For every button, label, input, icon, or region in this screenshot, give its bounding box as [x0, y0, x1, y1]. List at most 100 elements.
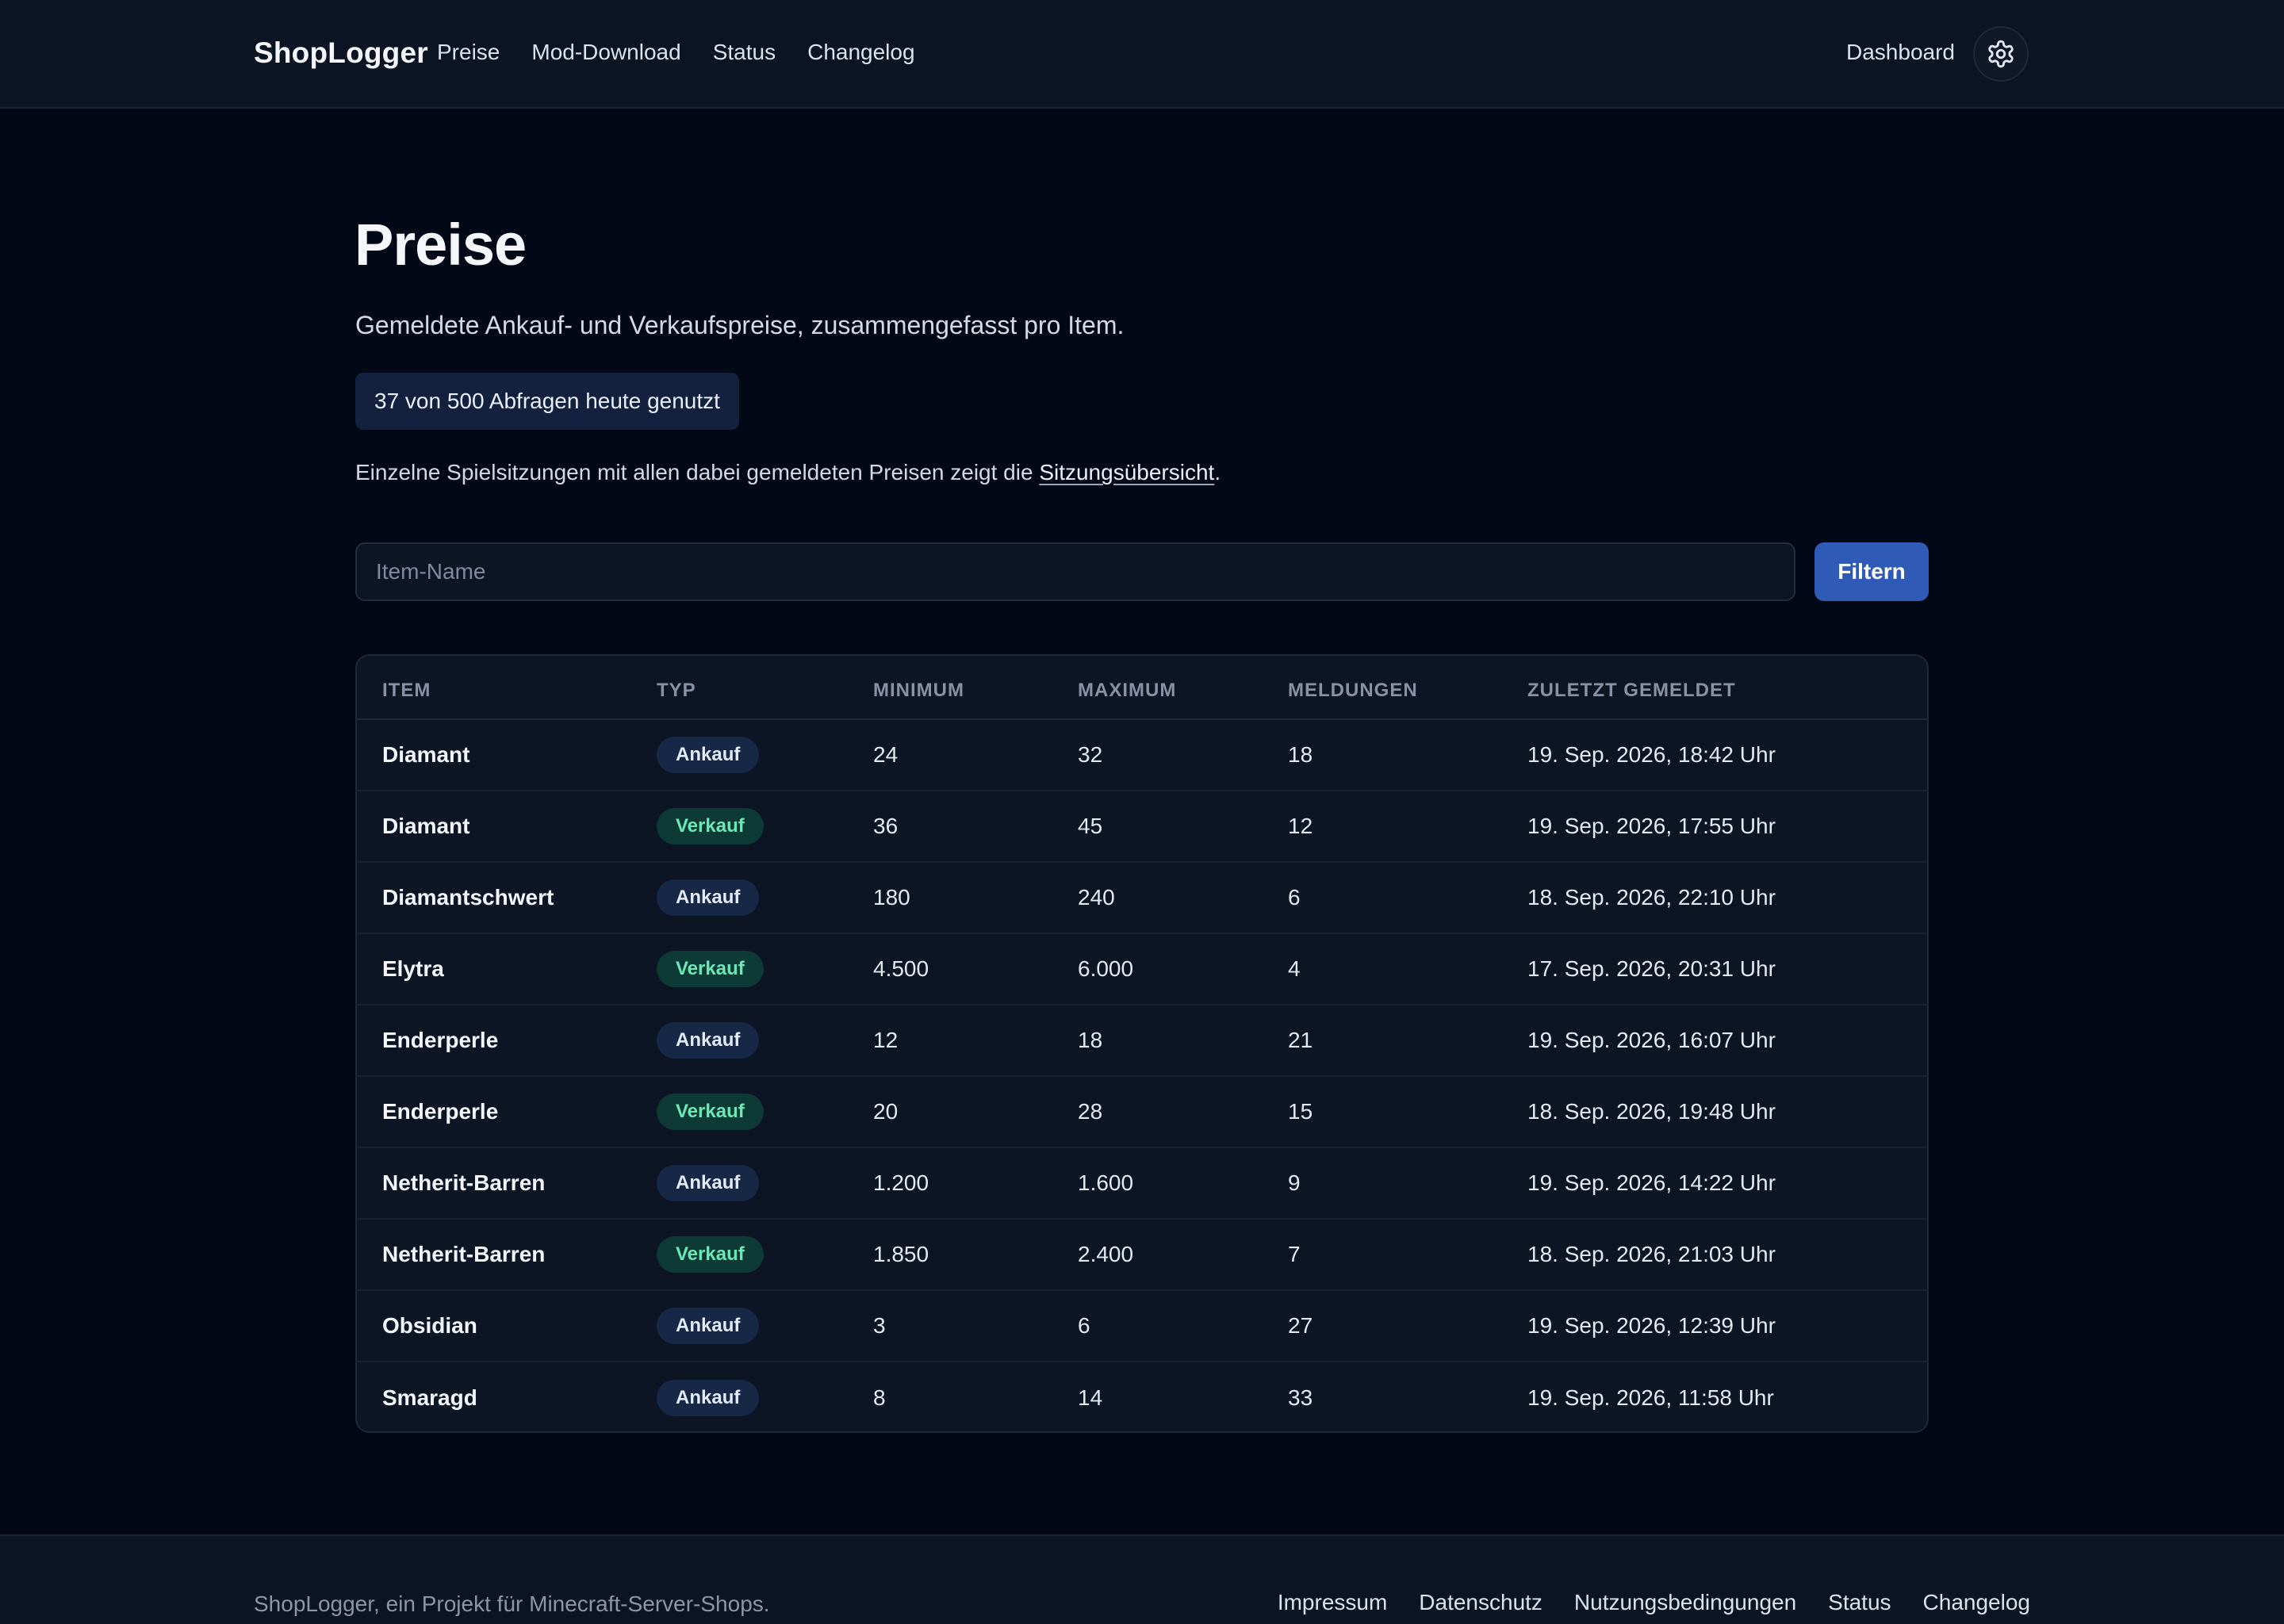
- item-cell: Diamant: [357, 791, 657, 863]
- type-badge: Ankauf: [657, 879, 760, 916]
- table-row: Enderperle Verkauf 20 28 15 18. Sep. 2026, 19…: [357, 1076, 1927, 1148]
- nav-link-status[interactable]: Status: [713, 40, 776, 65]
- meldungen-cell: 9: [1288, 1147, 1527, 1220]
- prices-table-card: Item Typ Minimum Maximum Meldungen Zulet…: [355, 654, 1929, 1433]
- typ-cell: Verkauf: [657, 1076, 873, 1148]
- typ-cell: Ankauf: [657, 862, 873, 934]
- item-cell: Elytra: [357, 933, 657, 1005]
- maximum-cell: 18: [1078, 1005, 1288, 1077]
- top-navbar: ShopLogger Preise Mod-Download Status Ch…: [0, 0, 2284, 109]
- type-badge: Verkauf: [657, 951, 764, 987]
- item-name-search-input[interactable]: [355, 542, 1795, 601]
- column-header-meldungen: Meldungen: [1288, 656, 1527, 720]
- meldungen-cell: 6: [1288, 862, 1527, 934]
- maximum-cell: 6.000: [1078, 933, 1288, 1005]
- column-header-zuletzt-gemeldet: Zuletzt gemeldet: [1527, 656, 1927, 720]
- table-body: Diamant Ankauf 24 32 18 19. Sep. 2026, 18:42 …: [357, 719, 1927, 1431]
- zuletzt-gemeldet-cell: 18. Sep. 2026, 21:03 Uhr: [1527, 1219, 1927, 1291]
- filter-button[interactable]: Filtern: [1815, 542, 1929, 601]
- meldungen-cell: 27: [1288, 1290, 1527, 1362]
- table-row: Diamant Ankauf 24 32 18 19. Sep. 2026, 18:42 …: [357, 719, 1927, 791]
- footer-link-changelog[interactable]: Changelog: [1923, 1590, 2030, 1615]
- column-header-typ: Typ: [657, 656, 873, 720]
- table-row: Diamantschwert Ankauf 180 240 6 18. Sep. 2026…: [357, 862, 1927, 934]
- minimum-cell: 24: [873, 719, 1078, 791]
- column-header-item: Item: [357, 656, 657, 720]
- settings-button[interactable]: [1973, 26, 2029, 82]
- minimum-cell: 36: [873, 791, 1078, 863]
- meldungen-cell: 18: [1288, 719, 1527, 791]
- typ-cell: Verkauf: [657, 1219, 873, 1291]
- column-header-minimum: Minimum: [873, 656, 1078, 720]
- item-cell: Obsidian: [357, 1290, 657, 1362]
- type-badge: Ankauf: [657, 737, 760, 773]
- table-row: Diamant Verkauf 36 45 12 19. Sep. 2026, 17:55…: [357, 791, 1927, 863]
- item-cell: Enderperle: [357, 1005, 657, 1077]
- maximum-cell: 2.400: [1078, 1219, 1288, 1291]
- minimum-cell: 8: [873, 1385, 886, 1410]
- session-info-text: Einzelne Spielsitzungen mit allen dabei …: [355, 460, 1221, 485]
- maximum-cell: 28: [1078, 1076, 1288, 1148]
- zuletzt-gemeldet-cell: 19. Sep. 2026, 11:58 Uhr: [1527, 1385, 1774, 1410]
- prices-table: Item Typ Minimum Maximum Meldungen Zulet…: [357, 656, 1927, 1431]
- footer-link-status[interactable]: Status: [1828, 1590, 1891, 1615]
- minimum-cell: 20: [873, 1076, 1078, 1148]
- typ-cell: Ankauf: [657, 719, 873, 791]
- type-badge: Verkauf: [657, 1236, 764, 1273]
- meldungen-cell: 15: [1288, 1076, 1527, 1148]
- maximum-cell: 6: [1078, 1290, 1288, 1362]
- footer-link-datenschutz[interactable]: Datenschutz: [1419, 1590, 1542, 1615]
- type-badge: Verkauf: [657, 808, 764, 845]
- meldungen-cell: 4: [1288, 933, 1527, 1005]
- item-cell: Diamant: [357, 719, 657, 791]
- item-cell: Diamantschwert: [357, 862, 657, 934]
- page-subtitle: Gemeldete Ankauf- und Verkaufspreise, zu…: [355, 311, 1125, 339]
- item-cell: Netherit-Barren: [357, 1219, 657, 1291]
- minimum-cell: 12: [873, 1005, 1078, 1077]
- minimum-cell: 4.500: [873, 933, 1078, 1005]
- main-nav: Preise Mod-Download Status Changelog: [437, 40, 915, 65]
- zuletzt-gemeldet-cell: 17. Sep. 2026, 20:31 Uhr: [1527, 933, 1927, 1005]
- nav-link-changelog[interactable]: Changelog: [807, 40, 914, 65]
- typ-cell: Verkauf: [657, 933, 873, 1005]
- nav-link-preise[interactable]: Preise: [437, 40, 500, 65]
- maximum-cell: 32: [1078, 719, 1288, 791]
- minimum-cell: 180: [873, 862, 1078, 934]
- item-cell: Netherit-Barren: [357, 1147, 657, 1220]
- item-cell: Enderperle: [357, 1076, 657, 1148]
- gear-icon: [1988, 40, 2014, 68]
- table-row: Smaragd Ankauf 8 14 33 19. Sep. 2026, 11:58 U…: [357, 1362, 1927, 1431]
- nav-link-mod-download[interactable]: Mod-Download: [531, 40, 680, 65]
- zuletzt-gemeldet-cell: 19. Sep. 2026, 18:42 Uhr: [1527, 719, 1927, 791]
- session-overview-link[interactable]: Sitzungsübersicht: [1039, 460, 1214, 485]
- column-header-maximum: Maximum: [1078, 656, 1288, 720]
- zuletzt-gemeldet-cell: 19. Sep. 2026, 14:22 Uhr: [1527, 1147, 1927, 1220]
- meldungen-cell: 21: [1288, 1005, 1527, 1077]
- table-row: Netherit-Barren Ankauf 1.200 1.600 9 19. Sep.…: [357, 1147, 1927, 1220]
- quota-badge: 37 von 500 Abfragen heute genutzt: [355, 373, 739, 430]
- table-row: Netherit-Barren Verkauf 1.850 2.400 7 18. Sep…: [357, 1219, 1927, 1291]
- footer-link-impressum[interactable]: Impressum: [1278, 1590, 1387, 1615]
- maximum-cell: 14: [1078, 1385, 1103, 1410]
- typ-cell: Ankauf: [657, 1005, 873, 1077]
- meldungen-cell: 33: [1288, 1385, 1313, 1410]
- meldungen-cell: 7: [1288, 1219, 1527, 1291]
- typ-cell: Verkauf: [657, 791, 873, 863]
- brand-logo[interactable]: ShopLogger: [254, 36, 428, 70]
- item-cell: Smaragd: [382, 1385, 477, 1410]
- zuletzt-gemeldet-cell: 19. Sep. 2026, 12:39 Uhr: [1527, 1290, 1927, 1362]
- footer-description: ShopLogger, ein Projekt für Minecraft-Se…: [254, 1591, 770, 1616]
- session-info-suffix: .: [1214, 460, 1221, 485]
- zuletzt-gemeldet-cell: 18. Sep. 2026, 19:48 Uhr: [1527, 1076, 1927, 1148]
- type-badge: Ankauf: [657, 1379, 760, 1416]
- dashboard-link[interactable]: Dashboard: [1846, 40, 1955, 65]
- table-row: Elytra Verkauf 4.500 6.000 4 17. Sep. 2026, 2…: [357, 933, 1927, 1005]
- minimum-cell: 1.850: [873, 1219, 1078, 1291]
- type-badge: Ankauf: [657, 1308, 760, 1344]
- table-header-row: Item Typ Minimum Maximum Meldungen Zulet…: [357, 656, 1927, 720]
- footer-link-nutzungsbedingungen[interactable]: Nutzungsbedingungen: [1574, 1590, 1796, 1615]
- typ-cell: Ankauf: [657, 1362, 873, 1431]
- type-badge: Ankauf: [657, 1165, 760, 1201]
- table-row: Enderperle Ankauf 12 18 21 19. Sep. 2026, 16:…: [357, 1005, 1927, 1077]
- maximum-cell: 1.600: [1078, 1147, 1288, 1220]
